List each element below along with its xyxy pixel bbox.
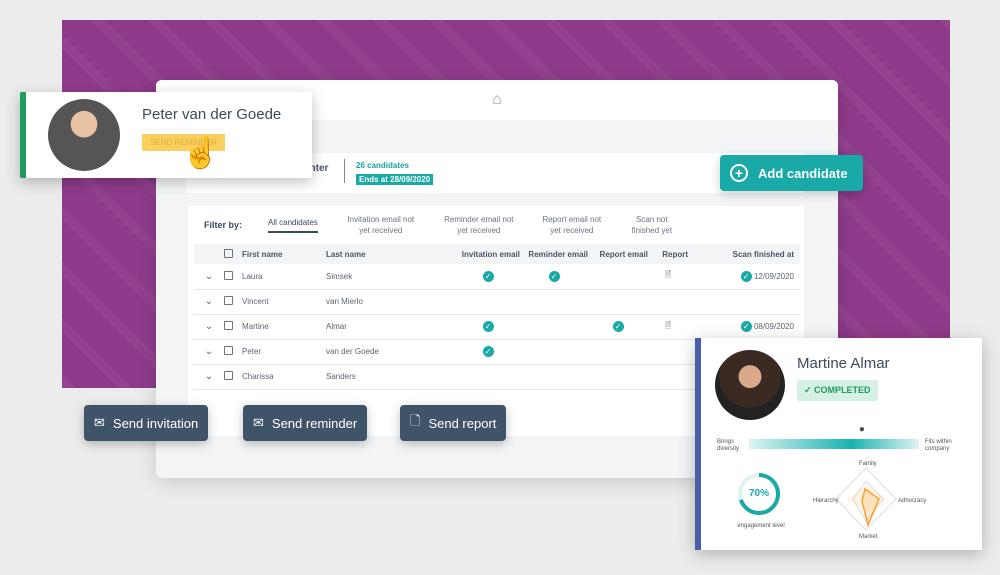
send-report-button[interactable]: 🗋 Send report [400,405,507,441]
first-name: Vincent [242,289,326,315]
col-last-name[interactable]: Last name [326,244,456,264]
send-invitation-button[interactable]: ✉ Send invitation [84,405,209,441]
last-name: Almar [326,314,456,340]
candidate-count: 26 candidates [356,161,409,170]
fit-left-label: Brings diversity [717,439,740,452]
select-all-checkbox[interactable] [224,248,233,258]
mail-icon: ✉ [94,415,105,430]
scan-date: 12/09/2020 [753,271,794,281]
col-scan[interactable]: Scan finished at [688,244,800,264]
avatar [48,99,120,171]
home-icon[interactable]: ⌂ [492,91,502,109]
send-reminder-bulk-button[interactable]: ✉ Send reminder [243,405,368,441]
col-report[interactable]: Report [648,244,688,264]
engagement-value: 70% [748,488,769,499]
col-reminder[interactable]: Reminder email [520,244,588,264]
label: Send reminder [271,415,358,431]
check-icon: ✓ [482,270,494,282]
label: Send report [428,415,497,431]
mail-icon: ✉ [253,415,264,430]
filter-tab-report[interactable]: Report email not yet received [542,214,602,236]
candidate-name: Martine Almar [797,355,890,372]
col-invitation[interactable]: Invitation email [456,244,520,264]
plus-circle-icon: + [730,164,748,182]
radar-label: Family [859,461,877,467]
chevron-down-icon[interactable]: ⌄ [194,339,224,365]
scan-date: 08/09/2020 [753,322,794,331]
filter-tab-all[interactable]: All candidates [268,217,318,233]
add-candidate-label: Add candidate [758,165,848,181]
person-marker-icon: ● [858,424,865,435]
first-name: Laura [242,264,326,290]
radar-label: Adhocracy [898,498,927,504]
row-checkbox[interactable] [224,371,233,380]
check-icon: ✓ [740,321,752,332]
radar-label: Market [859,534,878,540]
table-row[interactable]: ⌄ Martine Almar ✓ ✓ 🗎 ✓ 08/09/2020 [194,314,800,340]
result-card: Martine Almar ✓ COMPLETED Brings diversi… [695,338,982,550]
check-icon: ✓ [612,321,624,332]
filter-tab-invitation[interactable]: Invitation email not yet received [346,214,416,236]
engagement-label: engagement level [737,523,785,529]
chevron-down-icon[interactable]: ⌄ [194,289,224,315]
candidate-name: Peter van der Goede [142,106,282,123]
check-icon: ✓ [482,321,494,332]
last-name: Sanders [326,364,456,390]
row-checkbox[interactable] [224,296,233,305]
filter-tab-scan[interactable]: Scan not finished yet [630,214,674,236]
avatar [715,350,785,420]
filter-label: Filter by: [204,220,243,230]
document-icon: 🗋 [410,413,421,428]
col-first-name[interactable]: First name [242,244,326,264]
status-label: COMPLETED [814,385,871,395]
radar-chart [835,467,897,531]
table-row[interactable]: ⌄ Vincent van Mierlo [194,289,800,315]
first-name: Charissa [242,364,326,390]
row-checkbox[interactable] [224,321,233,330]
hand-cursor-icon: ☝ [182,137,220,170]
radar-label: Hierarchy [813,498,839,504]
table-row[interactable]: ⌄ Laura Simsek ✓ ✓ 🗎 ✓ 12/09/2020 [194,264,800,290]
end-date-badge: Ends at 28/09/2020 [356,174,434,185]
report-file-icon[interactable]: 🗎 [665,270,671,279]
report-file-icon[interactable]: 🗎 [665,321,671,330]
last-name: van der Goede [326,339,456,365]
last-name: van Mierlo [326,289,456,315]
fit-bar [749,439,919,449]
add-candidate-button[interactable]: + Add candidate [720,155,863,191]
first-name: Peter [242,339,326,365]
row-checkbox[interactable] [224,346,233,355]
check-icon: ✓ [548,270,560,282]
chevron-down-icon[interactable]: ⌄ [194,364,224,390]
fit-right-label: Fits within company [925,439,952,452]
reminder-card: Peter van der Goede SEND REMINDER [20,92,312,178]
label: Send invitation [112,415,199,431]
check-icon: ✓ [740,270,752,282]
divider [344,159,345,183]
check-circle-icon: ✓ [804,385,815,395]
col-report-email[interactable]: Report email [588,244,648,264]
status-badge: ✓ COMPLETED [797,380,878,401]
chevron-down-icon[interactable]: ⌄ [194,264,224,290]
check-icon: ✓ [482,346,494,357]
filter-tab-reminder[interactable]: Reminder email not yet received [444,214,514,236]
last-name: Simsek [326,264,456,290]
row-checkbox[interactable] [224,270,233,280]
filter-bar: Filter by: All candidates Invitation ema… [188,206,804,244]
first-name: Martine [242,314,326,340]
chevron-down-icon[interactable]: ⌄ [194,314,224,340]
